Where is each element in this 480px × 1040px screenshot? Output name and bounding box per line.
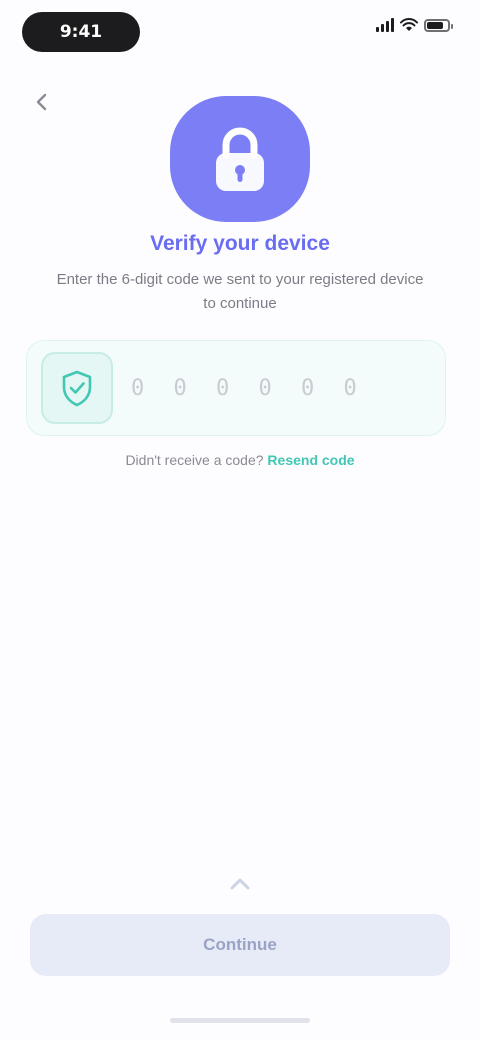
signal-icon [376, 18, 394, 32]
resend-prompt: Didn't receive a code? [125, 452, 264, 468]
back-arrow-icon [36, 93, 47, 111]
back-button[interactable] [24, 84, 60, 120]
wifi-icon [400, 18, 418, 31]
verification-screen: 9:41 Verify your device Enter the 6-digi… [0, 0, 480, 1040]
code-input[interactable] [129, 374, 429, 402]
resend-link[interactable]: Resend code [267, 452, 354, 468]
code-icon-box [41, 352, 113, 424]
chevron-up-icon [230, 878, 250, 890]
home-indicator[interactable] [170, 1018, 310, 1023]
hero-badge [170, 96, 310, 222]
continue-button[interactable]: Continue [30, 914, 450, 976]
shield-check-icon [62, 370, 92, 407]
lock-icon [216, 127, 264, 191]
page-title: Verify your device [150, 232, 330, 255]
swipe-hint[interactable] [222, 870, 258, 898]
resend-row: Didn't receive a code? Resend code [60, 452, 420, 468]
code-field-card[interactable] [26, 340, 446, 436]
status-time: 9:41 [22, 12, 140, 52]
battery-icon [424, 18, 453, 32]
status-icons [376, 18, 453, 32]
page-subtitle: Enter the 6-digit code we sent to your r… [56, 271, 424, 312]
